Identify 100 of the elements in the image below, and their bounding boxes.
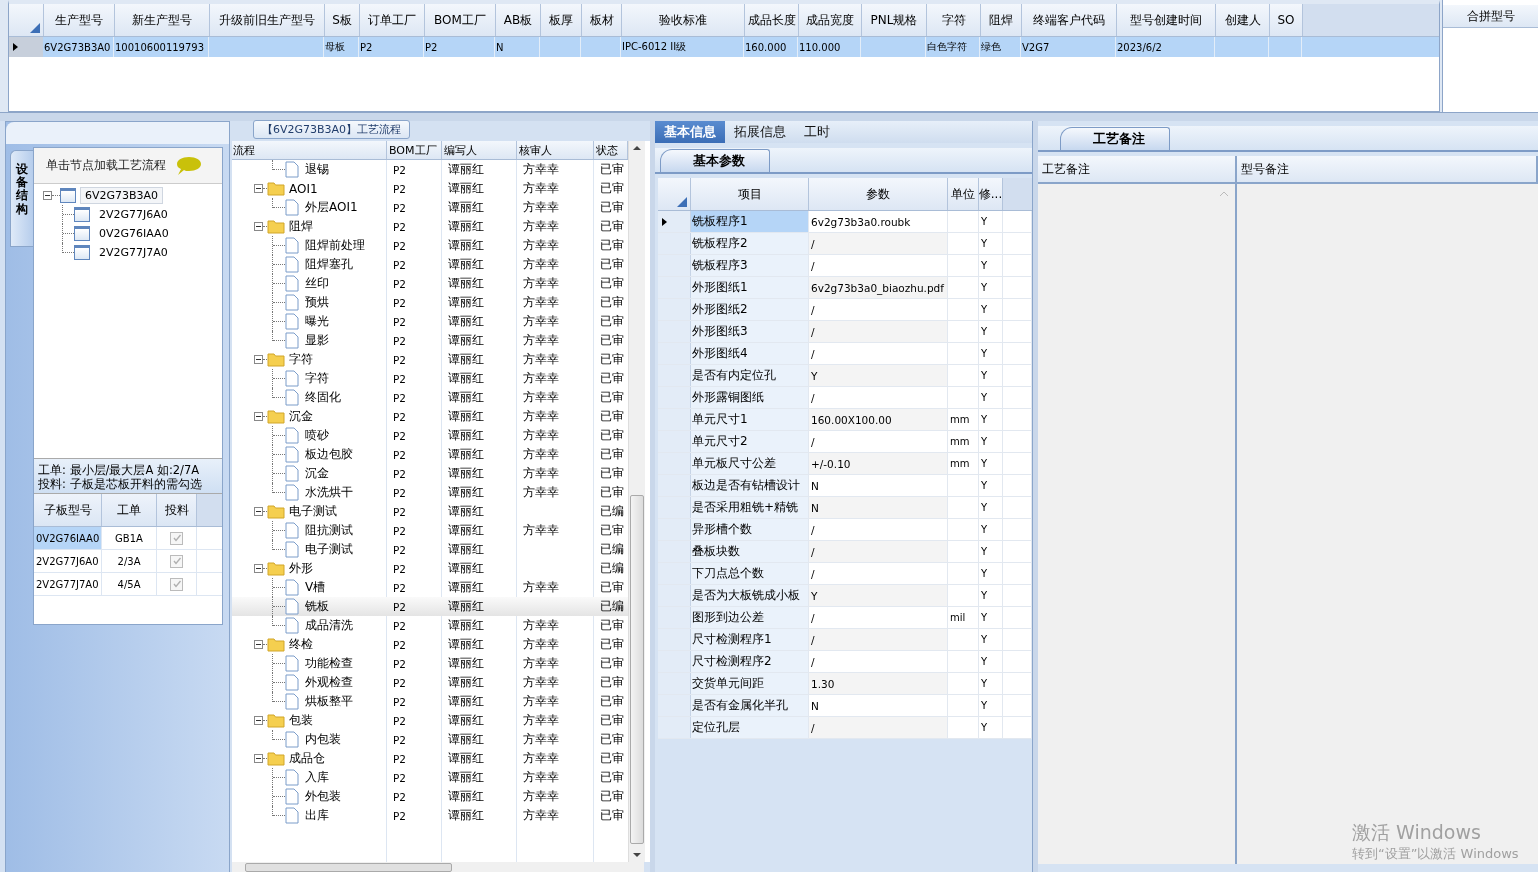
splitter-bar[interactable] <box>0 112 1538 121</box>
collapse-icon[interactable] <box>254 222 263 231</box>
tree-node[interactable]: 阻焊塞孔 <box>303 255 355 274</box>
checkbox[interactable] <box>170 531 183 545</box>
tree-node[interactable]: 板边包胶 <box>303 445 355 464</box>
tree-node[interactable]: 电子测试 <box>287 502 339 521</box>
collapse-icon[interactable] <box>254 412 263 421</box>
column-header[interactable]: AB板 <box>496 4 541 36</box>
column-header[interactable]: 编写人 <box>442 141 517 159</box>
column-header[interactable]: PNL规格 <box>862 4 927 36</box>
column-header[interactable]: 终端客户代码 <box>1022 4 1117 36</box>
tree-node[interactable]: 终检 <box>287 635 315 654</box>
scroll-thumb[interactable] <box>630 495 644 844</box>
collapse-icon[interactable] <box>254 184 263 193</box>
collapse-icon[interactable] <box>43 191 52 200</box>
tree-node[interactable]: 成品清洗 <box>303 616 355 635</box>
column-header[interactable]: 工艺备注 <box>1038 156 1237 182</box>
table-row[interactable]: 6V2G73B3A0 10010600119793 母板 P2 P2 N IPC-6012 II级 160.000 110.000 白色字符 绿色 V2G7 2023/6/2 <box>9 37 1439 57</box>
tree-node[interactable]: 沉金 <box>287 407 315 426</box>
tab[interactable]: 工时 <box>795 121 839 143</box>
column-header[interactable]: 阻焊 <box>981 4 1022 36</box>
scrollbar[interactable] <box>628 141 645 862</box>
column-header[interactable]: 合拼型号 <box>1443 5 1538 28</box>
tree-node[interactable]: 电子测试 <box>303 540 355 559</box>
tree-node[interactable]: 沉金 <box>303 464 331 483</box>
column-header[interactable]: 单位 <box>948 178 979 210</box>
tree-node[interactable]: 入库 <box>303 768 331 787</box>
tree-node[interactable]: V槽 <box>303 578 328 597</box>
table-cell[interactable]: 2V2G77J7A0 <box>34 573 102 595</box>
tree-node[interactable]: 出库 <box>303 806 331 825</box>
column-header[interactable]: 子板型号 <box>34 494 102 526</box>
tree-node[interactable]: 0V2G76IAA0 <box>94 225 174 242</box>
column-header[interactable]: 生产型号 <box>44 4 115 36</box>
column-header[interactable]: 核审人 <box>517 141 594 159</box>
tree-node[interactable]: 阻焊前处理 <box>303 236 367 255</box>
tree-node[interactable]: 阻抗测试 <box>303 521 355 540</box>
tree-node[interactable]: 退锡 <box>303 160 331 179</box>
column-header[interactable]: S板 <box>325 4 360 36</box>
table-cell[interactable]: 2V2G77J6A0 <box>34 550 102 572</box>
tree-node[interactable]: AOI1 <box>287 180 320 197</box>
collapse-icon[interactable] <box>254 507 263 516</box>
row-header[interactable] <box>658 211 691 232</box>
side-tab[interactable]: 设备结构 <box>10 150 33 247</box>
column-header[interactable]: 工单 <box>102 494 157 526</box>
tree-node[interactable]: 6V2G73B3A0 <box>80 187 164 204</box>
column-header[interactable]: 项目 <box>691 178 809 210</box>
column-header[interactable]: 创建人 <box>1216 4 1270 36</box>
column-header[interactable]: 型号备注 <box>1237 156 1538 182</box>
tree-node[interactable]: 包装 <box>287 711 315 730</box>
tree-node[interactable]: 功能检查 <box>303 654 355 673</box>
collapse-icon[interactable] <box>254 355 263 364</box>
table-cell[interactable]: 0V2G76IAA0 <box>34 527 102 549</box>
tree-node[interactable]: 显影 <box>303 331 331 350</box>
collapse-icon[interactable] <box>254 564 263 573</box>
tree-node[interactable]: 阻焊 <box>287 217 315 236</box>
column-header[interactable]: 升级前旧生产型号 <box>210 4 325 36</box>
selected-row[interactable]: 铣板 P2 谭丽红 已编 <box>232 597 628 616</box>
column-header[interactable]: 板材 <box>582 4 622 36</box>
scroll-thumb[interactable] <box>245 863 452 872</box>
tree-node[interactable]: 终固化 <box>303 388 343 407</box>
remark-field[interactable] <box>1038 184 1237 864</box>
remark-field[interactable] <box>1237 184 1538 864</box>
tab[interactable]: 工艺备注 <box>1060 127 1170 150</box>
tree-node[interactable]: 喷砂 <box>303 426 331 445</box>
tree-node[interactable]: 丝印 <box>303 274 331 293</box>
tree-node[interactable]: 内包装 <box>303 730 343 749</box>
tab[interactable]: 基本参数 <box>660 149 770 172</box>
tree-node[interactable]: 成品仓 <box>287 749 327 768</box>
tree-node[interactable]: 预烘 <box>303 293 331 312</box>
column-header[interactable]: 流程 <box>232 141 387 159</box>
tree-node[interactable]: 烘板整平 <box>303 692 355 711</box>
tree-node[interactable]: 外观检查 <box>303 673 355 692</box>
column-header[interactable]: BOM工厂 <box>387 141 442 159</box>
tree-node[interactable]: 字符 <box>303 369 331 388</box>
column-header[interactable]: 成品宽度 <box>799 4 862 36</box>
collapse-icon[interactable] <box>254 754 263 763</box>
checkbox[interactable] <box>170 554 183 568</box>
column-header[interactable]: 型号创建时间 <box>1117 4 1216 36</box>
column-header[interactable]: 字符 <box>927 4 981 36</box>
column-header[interactable]: 板厚 <box>541 4 582 36</box>
tree-node[interactable]: 2V2G77J6A0 <box>94 206 173 223</box>
column-header[interactable]: 新生产型号 <box>115 4 210 36</box>
row-header[interactable] <box>9 37 43 57</box>
tab[interactable]: 基本信息 <box>655 121 725 143</box>
tree-node[interactable]: 水洗烘干 <box>303 483 355 502</box>
column-header[interactable]: 成品长度 <box>745 4 799 36</box>
tree-node[interactable]: 外形 <box>287 559 315 578</box>
tree-node[interactable]: 铣板 <box>303 597 331 616</box>
checkbox[interactable] <box>170 577 183 591</box>
tree-node[interactable]: 曝光 <box>303 312 331 331</box>
column-header[interactable]: 参数 <box>809 178 948 210</box>
tree-node[interactable]: 字符 <box>287 350 315 369</box>
tree-node[interactable]: 外包装 <box>303 787 343 806</box>
splitter-bar[interactable] <box>1033 121 1038 872</box>
column-header[interactable]: BOM工厂 <box>425 4 496 36</box>
collapse-icon[interactable] <box>254 716 263 725</box>
tree-node[interactable]: 2V2G77J7A0 <box>94 244 173 261</box>
tree-node[interactable]: 外层AOI1 <box>303 198 360 217</box>
column-header[interactable]: 验收标准 <box>622 4 745 36</box>
column-header[interactable]: 订单工厂 <box>360 4 425 36</box>
